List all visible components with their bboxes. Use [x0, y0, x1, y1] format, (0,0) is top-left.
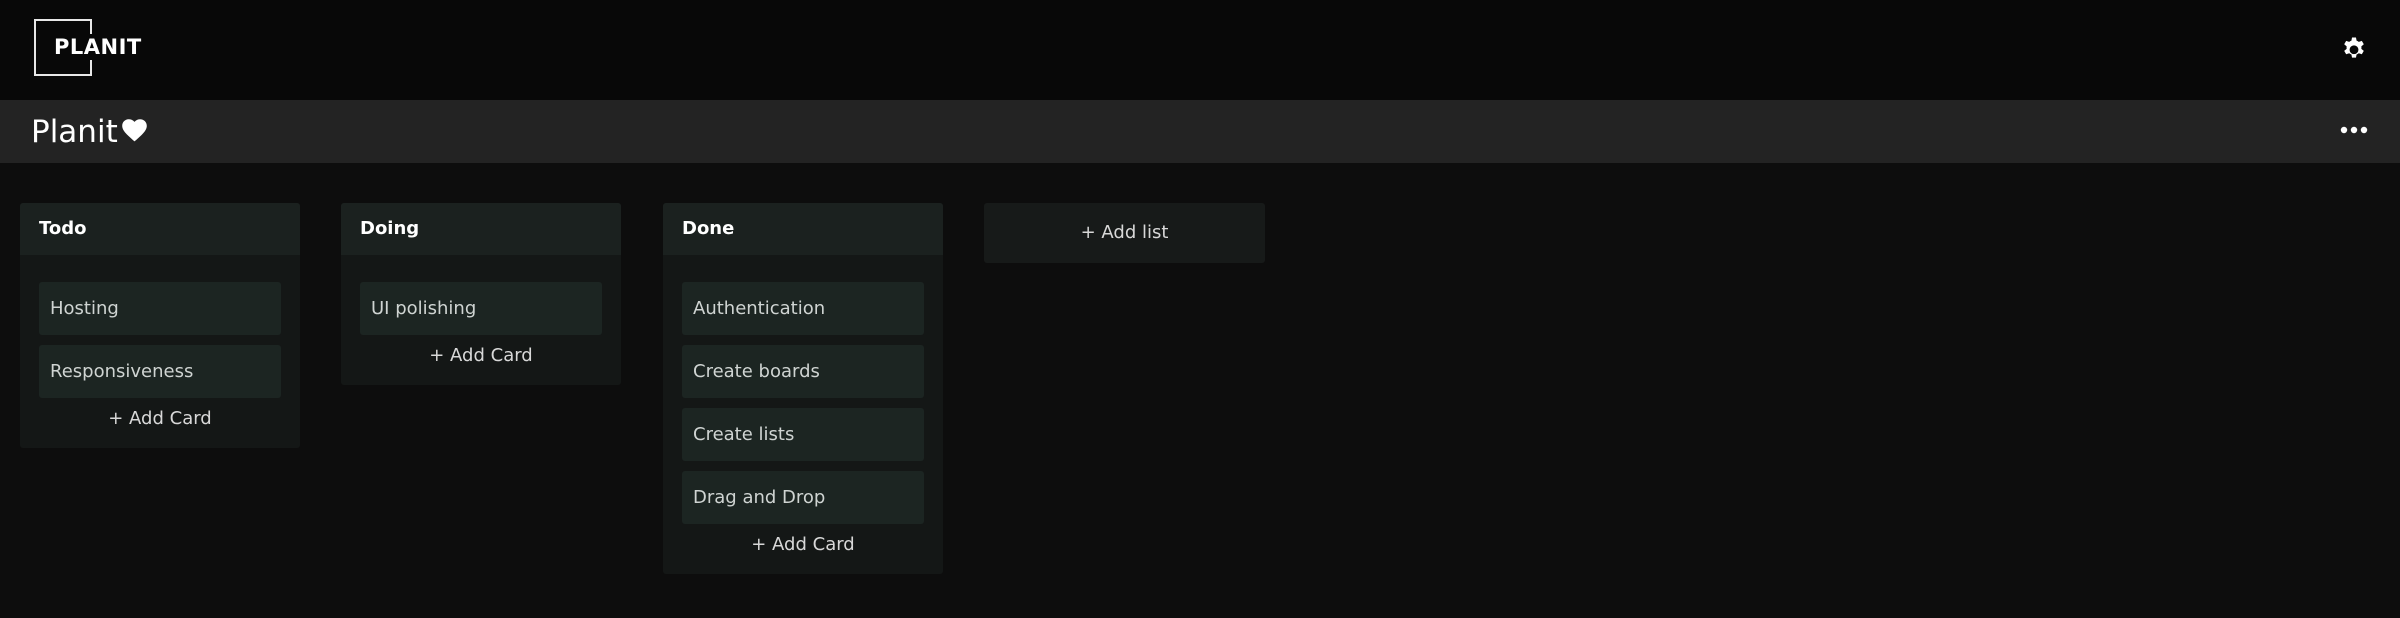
heart-icon[interactable]: [122, 119, 147, 142]
list-title[interactable]: Todo: [20, 203, 300, 255]
list-doing: Doing UI polishing + Add Card: [341, 203, 621, 385]
add-card-button[interactable]: + Add Card: [663, 532, 943, 574]
card[interactable]: Authentication: [682, 282, 924, 335]
more-horizontal-icon[interactable]: [2339, 124, 2369, 136]
board-title: Planit: [31, 114, 118, 150]
card[interactable]: Create boards: [682, 345, 924, 398]
card[interactable]: Create lists: [682, 408, 924, 461]
list-title[interactable]: Done: [663, 203, 943, 255]
list-title[interactable]: Doing: [341, 203, 621, 255]
list-todo: Todo Hosting Responsiveness + Add Card: [20, 203, 300, 448]
board-header: [0, 100, 2400, 163]
add-card-button[interactable]: + Add Card: [341, 343, 621, 385]
top-navbar: PLANIT: [0, 0, 2400, 100]
card[interactable]: Hosting: [39, 282, 281, 335]
card[interactable]: Responsiveness: [39, 345, 281, 398]
card[interactable]: Drag and Drop: [682, 471, 924, 524]
list-done: Done Authentication Create boards Create…: [663, 203, 943, 574]
add-list-button[interactable]: + Add list: [984, 203, 1265, 263]
gear-icon[interactable]: [2340, 34, 2368, 62]
add-card-button[interactable]: + Add Card: [20, 406, 300, 448]
logo-text: PLANIT: [54, 34, 143, 60]
card[interactable]: UI polishing: [360, 282, 602, 335]
